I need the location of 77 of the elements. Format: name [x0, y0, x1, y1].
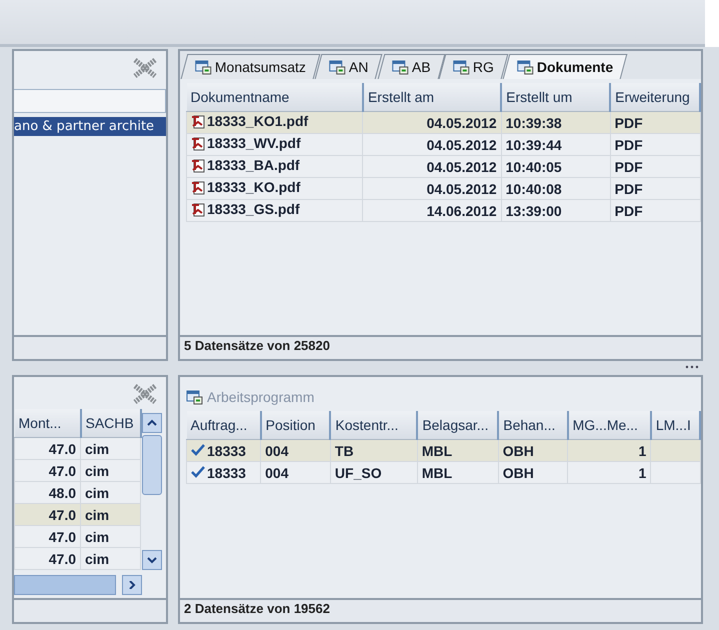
column-header[interactable]: Auftrag...: [186, 411, 261, 440]
column-header[interactable]: Kostentr...: [330, 411, 418, 440]
table-cell: 1: [568, 462, 651, 484]
table-row[interactable]: 47.0 cim: [14, 460, 140, 482]
pdf-file-icon: [191, 180, 205, 195]
column-header[interactable]: MG...Me...: [568, 411, 651, 440]
table-row[interactable]: 18333_GS.pdf 14.06.2012 13:39:00 PDF: [186, 200, 700, 222]
table-cell: OBH: [498, 462, 568, 484]
table-cell: PDF: [610, 200, 700, 222]
table-row[interactable]: 18333_BA.pdf 04.05.2012 10:40:05 PDF: [186, 156, 700, 178]
table-cell: 004: [260, 462, 330, 484]
window-arrow-icon: [186, 390, 203, 404]
status-bar: 2 Datensätze von 19562: [180, 598, 701, 622]
scroll-up-button[interactable]: [142, 413, 162, 433]
cell-text: 18333_KO.pdf: [207, 179, 300, 196]
close-icon: [132, 383, 158, 405]
table-cell: UF_SO: [330, 462, 418, 484]
table-cell: 14.06.2012: [362, 200, 502, 222]
table-cell: [650, 462, 700, 484]
pdf-file-icon: [191, 114, 205, 129]
column-header[interactable]: Belagsar...: [417, 411, 498, 440]
cell-text: 18333_BA.pdf: [207, 157, 300, 174]
column-header[interactable]: Erweiterung: [610, 83, 700, 112]
pdf-file-icon: [191, 136, 205, 151]
scrollbar-thumb[interactable]: [142, 435, 162, 495]
table-cell: 13:39:00: [501, 200, 610, 222]
scroll-right-button[interactable]: [122, 575, 142, 595]
table-cell: 47.0: [14, 548, 80, 570]
table-row[interactable]: 18333_WV.pdf 04.05.2012 10:39:44 PDF: [186, 134, 700, 156]
window-arrow-icon: [517, 60, 534, 74]
panel-title: Arbeitsprogramm: [207, 389, 314, 405]
window-arrow-icon: [194, 60, 212, 74]
window-arrow-icon: [453, 60, 470, 74]
cell-text: 18333: [207, 464, 246, 480]
table-row[interactable]: 47.0 cim: [14, 548, 140, 570]
list-item[interactable]: ano & partner archite: [14, 117, 166, 136]
tab[interactable]: AB: [377, 54, 445, 79]
scroll-down-button[interactable]: [142, 550, 162, 570]
column-header[interactable]: Erstellt am: [362, 83, 502, 112]
tab[interactable]: RG: [438, 54, 509, 79]
column-header[interactable]: LM...I: [650, 411, 700, 440]
table-cell: MBL: [417, 462, 498, 484]
pdf-file-icon: [191, 158, 205, 173]
table-cell: cim: [80, 548, 140, 570]
close-icon: [132, 57, 158, 79]
column-header[interactable]: Position: [260, 411, 330, 440]
cell-text: 18333_KO1.pdf: [207, 113, 308, 130]
tab[interactable]: AN: [314, 54, 383, 79]
table-row[interactable]: 47.0 cim: [14, 526, 140, 548]
table-row[interactable]: 18333 004 UF_SO MBL OBH 1: [186, 462, 700, 484]
pdf-file-icon: [191, 202, 205, 217]
tab[interactable]: Monatsumsatz: [180, 54, 320, 79]
cell-text: 18333_WV.pdf: [207, 135, 301, 152]
column-header[interactable]: Behan...: [498, 411, 568, 440]
table-row[interactable]: 18333_KO1.pdf 04.05.2012 10:39:38 PDF: [186, 112, 700, 134]
column-header[interactable]: Dokumentname: [186, 83, 363, 112]
close-button[interactable]: [132, 383, 158, 405]
table-row[interactable]: 18333_KO.pdf 04.05.2012 10:40:08 PDF: [186, 178, 700, 200]
input-field[interactable]: [14, 89, 166, 113]
table-row[interactable]: 48.0 cim: [14, 482, 140, 504]
column-header[interactable]: Mont...: [14, 409, 80, 438]
check-icon: [191, 444, 205, 456]
check-icon: [191, 466, 205, 478]
table-row[interactable]: 18333 004 TB MBL OBH 1: [186, 440, 700, 462]
column-header[interactable]: Erstellt um: [501, 83, 610, 112]
window-arrow-icon: [391, 60, 408, 74]
close-button[interactable]: [132, 57, 158, 79]
cell-text: 18333: [207, 442, 246, 458]
window-arrow-icon: [328, 60, 346, 74]
column-header[interactable]: SACHB: [80, 409, 140, 438]
table-row[interactable]: 47.0 cim: [14, 438, 140, 460]
scrollbar-thumb[interactable]: [14, 575, 116, 595]
table-row[interactable]: 47.0 cim: [14, 504, 140, 526]
status-bar: 5 Datensätze von 25820: [180, 335, 701, 359]
splitter-handle-icon[interactable]: [685, 365, 699, 369]
cell-text: 18333_GS.pdf: [207, 201, 300, 218]
tab[interactable]: Dokumente: [502, 54, 628, 79]
